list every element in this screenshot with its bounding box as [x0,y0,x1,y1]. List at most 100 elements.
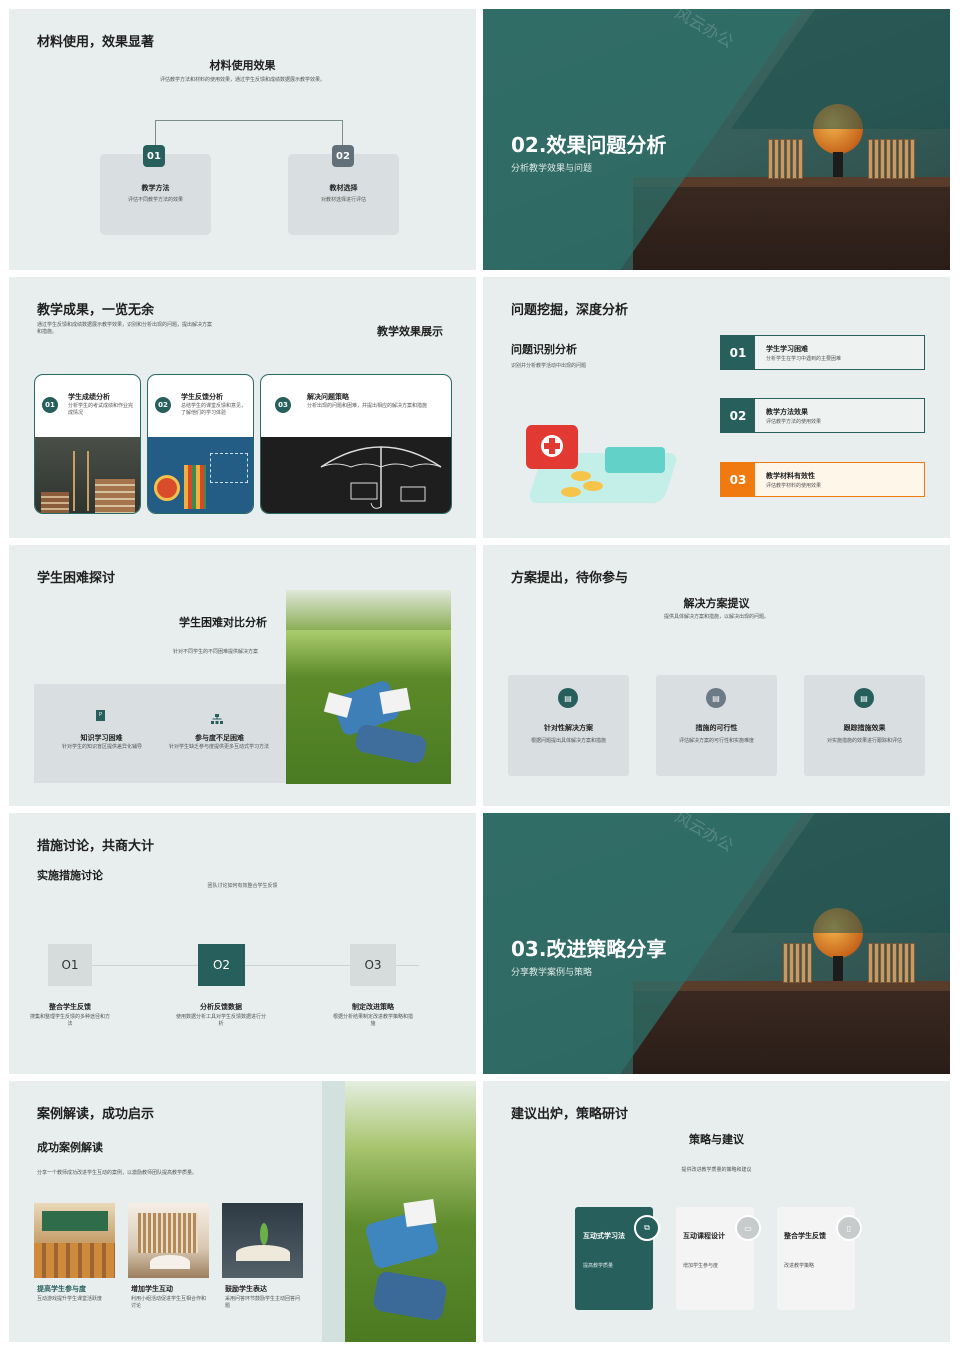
badge-03: 03 [721,463,755,496]
globe-stand [833,152,843,177]
solution-card-3[interactable]: ▤ 跟踪措施效果 对实施措施的效果进行跟踪和评估 [804,675,925,776]
slide-desc: 评估教学方法和材料的使用效果，通过学生反馈和成绩数据展示教学效果。 [159,77,325,83]
card-title: 整合学生反馈 [784,1232,826,1240]
slide-heading: 教学成果，一览无余 [37,303,155,318]
slide-problem-mining[interactable]: 问题挖掘，深度分析 问题识别分析 识别并分析教学活动中出现的问题 01 学生学习… [483,277,950,538]
card-title: 教材选择 [329,184,358,192]
students-reading-grass-image [345,1081,476,1342]
students-reading-grass-image [286,590,451,784]
item-title: 知识学习困难 [80,734,123,742]
step-title: 整合学生反馈 [49,1003,91,1011]
card-text: 分析学生的考试成绩和作业完成情况 [68,403,134,416]
badge-01: 01 [143,145,165,167]
slide-strategy-suggestions[interactable]: 建议出炉，策略研讨 策略与建议 提供改进教学质量的策略和建议 互动式学习法 提高… [483,1081,950,1342]
slide-case-study[interactable]: 案例解读，成功启示 成功案例解读 分享一个教师成功改进学生互动的案例，以激励教师… [9,1081,476,1342]
card-title: 互动课程设计 [683,1232,725,1240]
card-text: 根据问题提出具体解决方案和措施 [530,738,606,744]
slide-cover-improvement[interactable]: 风云办公 03.改进策略分享 分享教学案例与策略 [483,813,950,1074]
badge-01: 01 [42,397,58,413]
result-card-1[interactable]: 01 学生成绩分析 分析学生的考试成绩和作业完成情况 [34,374,141,514]
books-image-right [868,943,915,983]
slide-desc: 分享一个教师成功改进学生互动的案例，以激励教师团队提高教学质量。 [37,1170,198,1176]
chalk-umbrella-image [261,437,451,513]
slide-desc: 针对不同学生的不同困难提供解决方案 [173,649,259,655]
slide-title: 学生困难对比分析 [179,616,267,629]
item-text: 针对学生缺乏参与度提供更多互动式学习方法 [169,744,270,750]
inbox-icon: ▤ [706,688,726,708]
item-title: 教学材料有效性 [766,472,815,480]
item-text: 评估教学材料的使用效果 [766,483,822,489]
slide-student-difficulties[interactable]: 学生困难探讨 学生困难对比分析 针对不同学生的不同困难提供解决方案 P 知识学习… [9,545,476,806]
slide-solution-proposal[interactable]: 方案提出，待你参与 解决方案提议 提供具体解决方案和措施，以解决出现的问题。 ▤… [483,545,950,806]
item-title: 学生学习困难 [766,345,808,353]
slide-title: 材料使用效果 [209,59,276,72]
slide-cover-effect-analysis[interactable]: 风云办公 02.效果问题分析 分析教学效果与问题 [483,9,950,270]
sub-title: 实施措施讨论 [37,869,103,882]
cover-title: 02.效果问题分析 [511,133,667,157]
desk-image [633,177,950,270]
problem-item-1[interactable]: 01 学生学习困难 分析学生在学习中遇到的主要困难 [720,335,925,370]
card-text: 对教材选择进行评估 [320,197,366,203]
badge-02: 02 [332,145,354,167]
document-icon: P [96,710,105,721]
card-title: 提高学生参与度 [37,1285,86,1293]
books-image [783,943,812,983]
card-title: 解决问题策略 [307,393,349,401]
card-title: 增加学生互动 [131,1285,173,1293]
sub-title: 问题识别分析 [511,343,577,356]
chat-icon: ▭ [735,1215,761,1241]
card-text: 评估解决方案的可行性和实施难度 [678,738,754,744]
slide-teaching-results[interactable]: 教学成果，一览无余 通过学生反馈和成绩数据展示教学效果，识别和分析出现的问题，提… [9,277,476,538]
card-title: 措施的可行性 [695,724,738,732]
side-title: 教学效果展示 [377,325,443,338]
cover-title: 03.改进策略分享 [511,937,667,961]
item-text: 分析学生在学习中遇到的主要困难 [766,356,842,362]
card-text: 互动游戏提升学生课堂活跃度 [37,1296,103,1302]
card-title: 教学方法 [141,184,170,192]
step-badge-1: O1 [48,944,92,986]
card-title: 跟踪措施效果 [843,724,886,732]
books-ladder-image [35,437,140,513]
slide-title: 解决方案提议 [683,597,750,610]
step-badge-3: O3 [350,944,396,986]
slide-desc: 提供具体解决方案和措施，以解决出现的问题。 [663,614,769,620]
slide-heading: 案例解读，成功启示 [37,1107,155,1122]
classroom-image [34,1203,115,1278]
slide-measure-discussion[interactable]: 措施讨论，共商大计 实施措施讨论 团队讨论如何有效整合学生反馈 O1 整合学生反… [9,813,476,1074]
card-text: 对实施措施的效果进行跟踪和评估 [826,738,902,744]
inbox-icon: ▤ [854,688,874,708]
slide-heading: 材料使用，效果显著 [37,35,155,50]
problem-item-3[interactable]: 03 教学材料有效性 评估教学材料的使用效果 [720,462,925,497]
step-text: 使用数据分析工具对学生反馈数据进行分析 [176,1014,267,1027]
inbox-icon: ▤ [558,688,578,708]
slide-desc: 团队讨论如何有效整合学生反馈 [207,883,278,889]
solution-card-1[interactable]: ▤ 针对性解决方案 根据问题提出具体解决方案和措施 [508,675,629,776]
step-title: 制定改进策略 [352,1003,394,1011]
connector-line [155,120,343,145]
card-text: 增加学生参与度 [683,1263,719,1269]
slide-heading: 学生困难探讨 [37,571,116,586]
result-card-3[interactable]: 03 解决问题策略 分析出现的问题和困难，并提出相应的解决方案和措施 [260,374,452,514]
step-text: 搜集和整理学生反馈的多种途径和方法 [30,1014,111,1027]
card-title: 互动式学习法 [583,1232,625,1240]
card-text: 分析出现的问题和困难，并提出相应的解决方案和措施 [307,403,428,409]
cover-subtitle: 分享教学案例与策略 [511,968,593,978]
school-supplies-image [148,437,253,513]
sub-title: 成功案例解读 [37,1141,103,1154]
slide-heading: 方案提出，待你参与 [511,571,629,586]
globe-stand [833,956,843,981]
slide-heading: 建议出炉，策略研讨 [511,1107,629,1122]
solution-card-2[interactable]: ▤ 措施的可行性 评估解决方案的可行性和实施难度 [656,675,777,776]
slide-material-effect[interactable]: 材料使用，效果显著 材料使用效果 评估教学方法和材料的使用效果，通过学生反馈和成… [9,9,476,270]
books-image-right [868,139,915,179]
card-text: 利用小组活动促进学生互相合作和讨论 [131,1296,207,1309]
item-title: 教学方法效果 [766,408,808,416]
slide-desc: 通过学生反馈和成绩数据展示教学效果，识别和分析出现的问题，提出解决方案和措施。 [37,322,213,335]
slide-heading: 问题挖掘，深度分析 [511,303,629,318]
result-card-2[interactable]: 02 学生反馈分析 总结学生的课堂反馈和意见，了解他们的学习体验 [147,374,254,514]
badge-01: 01 [721,336,755,369]
card-title: 学生成绩分析 [68,393,110,401]
item-text: 评估教学方法的使用效果 [766,419,822,425]
card-text: 采用问答环节鼓励学生主动回答问题 [225,1296,301,1309]
problem-item-2[interactable]: 02 教学方法效果 评估教学方法的使用效果 [720,398,925,433]
